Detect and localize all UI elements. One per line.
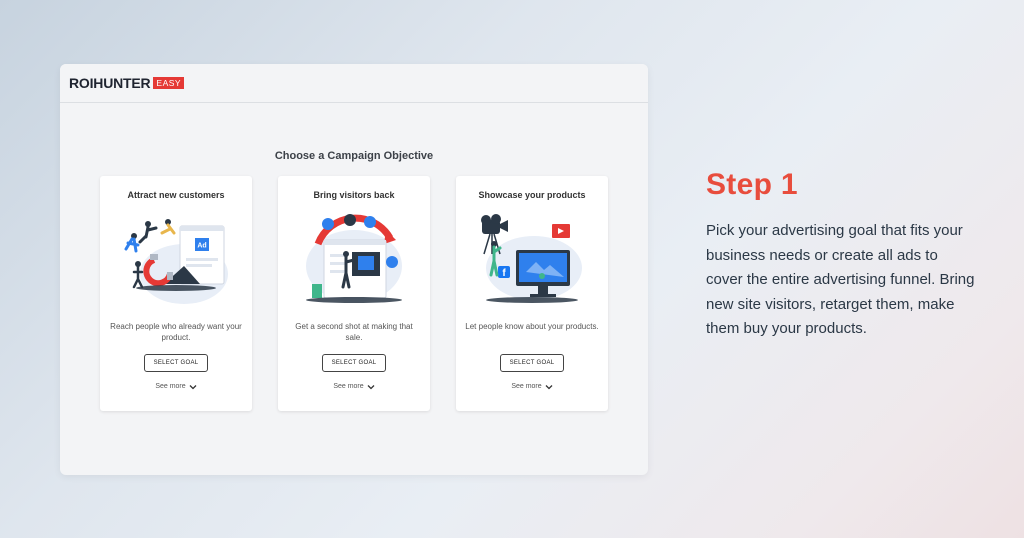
card-title: Attract new customers: [127, 190, 225, 200]
see-more-link[interactable]: See more: [100, 383, 252, 390]
see-more-label: See more: [511, 383, 542, 390]
camera-video-facebook-illustration: f: [481, 214, 582, 303]
select-goal-button[interactable]: SELECT GOAL: [500, 354, 564, 372]
app-header: ROIHUNTER EASY: [60, 64, 648, 103]
page-title: Choose a Campaign Objective: [274, 150, 434, 162]
see-more-label: See more: [333, 383, 364, 390]
see-more-link[interactable]: See more: [456, 383, 608, 390]
select-goal-button[interactable]: SELECT GOAL: [144, 354, 208, 372]
roihunter-logo[interactable]: ROIHUNTER EASY: [69, 75, 185, 91]
card-description: Get a second shot at making that sale.: [295, 322, 413, 342]
retarget-cycle-illustration: [306, 214, 402, 303]
magnet-ad-illustration: Ad: [124, 219, 228, 304]
see-more-label: See more: [155, 383, 186, 390]
card-title: Showcase your products: [478, 190, 586, 200]
chevron-down-icon: [367, 384, 375, 389]
step-heading: Step 1: [706, 168, 798, 201]
svg-text:Ad: Ad: [197, 243, 206, 250]
app-window: ROIHUNTER EASY Choose a Campaign Objecti…: [60, 64, 648, 475]
goal-card-showcase: Showcase your products f Let people know…: [456, 176, 608, 411]
step-info-panel: Step 1 Pick your advertising goal that f…: [706, 168, 986, 342]
card-description: Let people know about your products.: [465, 322, 599, 331]
logo-text: ROIHUNTER: [69, 75, 151, 91]
select-goal-button[interactable]: SELECT GOAL: [322, 354, 386, 372]
card-description: Reach people who already want your produ…: [110, 322, 242, 342]
step-description: Pick your advertising goal that fits you…: [706, 222, 975, 337]
card-title: Bring visitors back: [313, 190, 395, 200]
logo-badge: EASY: [153, 77, 185, 89]
chevron-down-icon: [545, 384, 553, 389]
goal-card-attract: Attract new customers Ad Reach people wh…: [100, 176, 252, 411]
chevron-down-icon: [189, 384, 197, 389]
goal-card-retarget: Bring visitors back Get a second shot at…: [278, 176, 430, 411]
see-more-link[interactable]: See more: [278, 383, 430, 390]
